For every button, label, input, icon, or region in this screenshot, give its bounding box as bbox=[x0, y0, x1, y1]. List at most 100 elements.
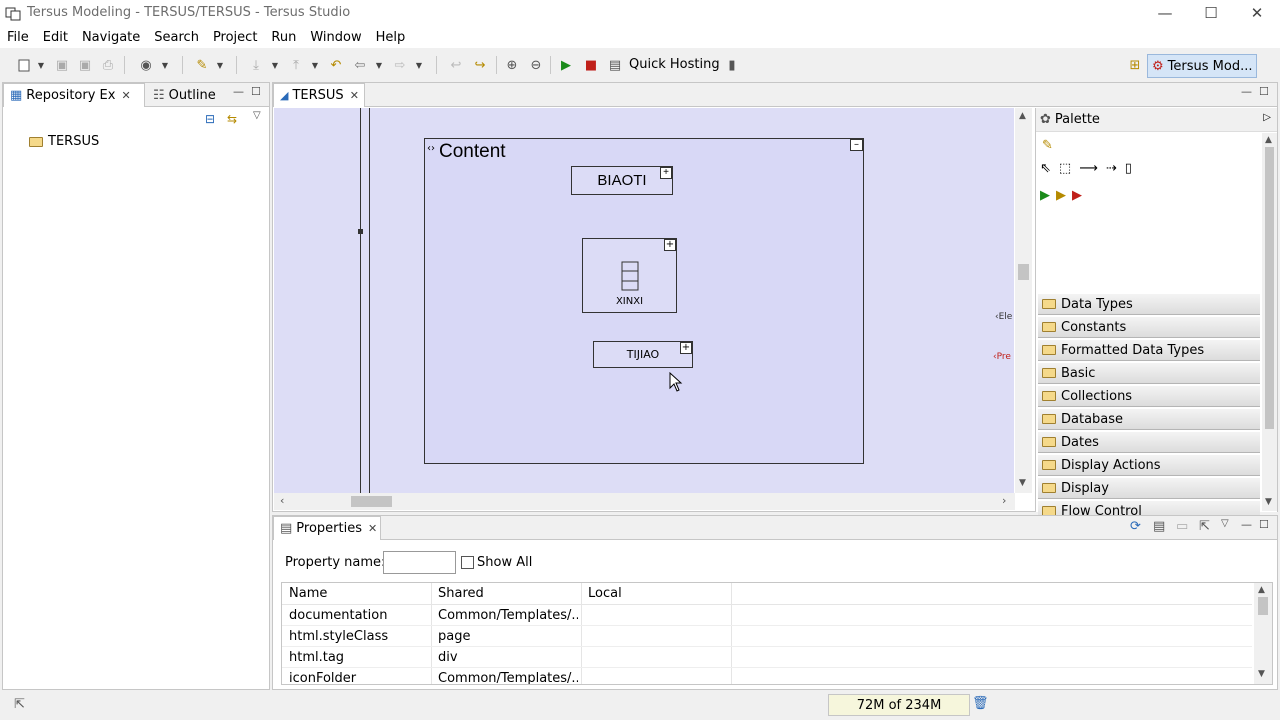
collapse-button[interactable]: – bbox=[850, 139, 863, 151]
garbage-collect-icon[interactable]: 🗑 bbox=[972, 696, 989, 711]
property-name-input[interactable] bbox=[383, 551, 456, 574]
scroll-up-icon[interactable]: ▲ bbox=[1265, 135, 1272, 145]
content-element[interactable]: ‹› Content – BIAOTI + + XINXI TIJIAO + bbox=[424, 138, 864, 464]
expand-button[interactable]: + bbox=[680, 342, 692, 354]
connection-port[interactable] bbox=[358, 229, 363, 234]
step-over-icon[interactable]: ⤒ bbox=[286, 55, 306, 75]
step-flow-icon[interactable]: ▶ bbox=[1056, 188, 1066, 203]
menu-project[interactable]: Project bbox=[206, 30, 264, 45]
biaoti-element[interactable]: BIAOTI + bbox=[571, 166, 673, 195]
palette-drawer-constants[interactable]: Constants bbox=[1038, 317, 1260, 338]
menu-run[interactable]: Run bbox=[264, 30, 303, 45]
scroll-down-icon[interactable]: ▼ bbox=[1265, 497, 1272, 507]
new-dropdown-icon[interactable]: ▼ bbox=[36, 55, 46, 75]
canvas-horizontal-scrollbar[interactable]: ‹ › bbox=[274, 493, 1015, 510]
properties-scrollbar[interactable]: ▲ ▼ bbox=[1254, 583, 1272, 684]
collapse-all-icon[interactable]: ⊟ bbox=[205, 112, 215, 126]
table-row[interactable]: html.tag div bbox=[282, 647, 1252, 668]
scroll-down-icon[interactable]: ▼ bbox=[1258, 669, 1265, 679]
forward-icon[interactable]: ⇨ bbox=[390, 55, 410, 75]
maximize-button[interactable]: ☐ bbox=[1188, 0, 1234, 26]
tab-properties[interactable]: ▤ Properties ✕ bbox=[273, 516, 381, 540]
back-dropdown-icon[interactable]: ▼ bbox=[374, 55, 384, 75]
menu-edit[interactable]: Edit bbox=[36, 30, 75, 45]
table-row[interactable]: iconFolder Common/Templates/... bbox=[282, 668, 1252, 684]
scroll-down-icon[interactable]: ▼ bbox=[1019, 478, 1026, 488]
marquee-tool-icon[interactable]: ⬚ bbox=[1059, 161, 1071, 176]
palette-drawer-formatted-data-types[interactable]: Formatted Data Types bbox=[1038, 340, 1260, 361]
run-icon[interactable]: ▶ bbox=[556, 55, 576, 75]
link-editor-icon[interactable]: ⇆ bbox=[227, 112, 237, 126]
print-icon[interactable]: ⎙ bbox=[98, 55, 118, 75]
diagram-canvas[interactable]: ‹› Content – BIAOTI + + XINXI TIJIAO + ‹… bbox=[274, 108, 1014, 493]
step-dropdown-icon[interactable]: ▼ bbox=[270, 55, 280, 75]
open-perspective-icon[interactable]: ⊞ bbox=[1125, 55, 1145, 75]
maximize-view-icon[interactable]: ☐ bbox=[251, 85, 261, 98]
hosting-icon[interactable]: ▤ bbox=[605, 55, 625, 75]
build-icon[interactable]: ✎ bbox=[192, 55, 212, 75]
column-header-shared[interactable]: Shared bbox=[438, 586, 484, 601]
new-icon[interactable] bbox=[14, 55, 34, 75]
scroll-thumb[interactable] bbox=[1018, 264, 1029, 280]
zoom-out-icon[interactable]: ⊖ bbox=[526, 55, 546, 75]
step-icon[interactable]: ⤓ bbox=[246, 55, 266, 75]
palette-drawer-display-actions[interactable]: Display Actions bbox=[1038, 455, 1260, 476]
start-flow-icon[interactable]: ▶ bbox=[1040, 188, 1050, 203]
tab-tersus-editor[interactable]: ◢ TERSUS ✕ bbox=[273, 83, 365, 107]
menu-navigate[interactable]: Navigate bbox=[75, 30, 147, 45]
canvas-vertical-scrollbar[interactable]: ▲ ▼ bbox=[1015, 108, 1032, 493]
menu-window[interactable]: Window bbox=[303, 30, 368, 45]
refresh-icon[interactable]: ⟳ bbox=[1130, 519, 1141, 534]
back-icon[interactable]: ⇦ bbox=[350, 55, 370, 75]
close-icon[interactable]: ✕ bbox=[121, 89, 130, 102]
end-flow-icon[interactable]: ▶ bbox=[1072, 188, 1082, 203]
menu-search[interactable]: Search bbox=[147, 30, 206, 45]
mobile-icon[interactable]: ▮ bbox=[722, 55, 742, 75]
show-all-checkbox[interactable] bbox=[461, 556, 474, 569]
pin-icon[interactable]: ⇱ bbox=[1199, 519, 1210, 534]
categories-icon[interactable]: ▤ bbox=[1153, 519, 1165, 534]
quick-hosting-button[interactable]: Quick Hosting bbox=[629, 57, 720, 72]
palette-drawer-display[interactable]: Display bbox=[1038, 478, 1260, 499]
palette-drawer-database[interactable]: Database bbox=[1038, 409, 1260, 430]
palette-drawer-dates[interactable]: Dates bbox=[1038, 432, 1260, 453]
minimize-button[interactable]: — bbox=[1142, 0, 1188, 26]
redo-icon[interactable]: ↪ bbox=[470, 55, 490, 75]
palette-scrollbar[interactable]: ▲ ▼ bbox=[1262, 133, 1277, 511]
view-menu-icon[interactable]: ▽ bbox=[1221, 518, 1229, 529]
close-icon[interactable]: ✕ bbox=[350, 89, 359, 102]
minimize-view-icon[interactable]: — bbox=[1241, 518, 1252, 531]
column-header-name[interactable]: Name bbox=[289, 586, 327, 601]
build-dropdown-icon[interactable]: ▼ bbox=[215, 55, 225, 75]
palette-drawer-basic[interactable]: Basic bbox=[1038, 363, 1260, 384]
maximize-view-icon[interactable]: ☐ bbox=[1259, 518, 1269, 531]
expand-button[interactable]: + bbox=[664, 239, 676, 251]
select-tool-icon[interactable]: ⇖ bbox=[1040, 161, 1051, 176]
scroll-thumb[interactable] bbox=[1258, 597, 1268, 615]
connection-tool-icon[interactable]: ⟶ bbox=[1079, 161, 1098, 176]
menu-help[interactable]: Help bbox=[369, 30, 413, 45]
close-window-button[interactable]: ✕ bbox=[1234, 0, 1280, 26]
scroll-left-icon[interactable]: ‹ bbox=[280, 494, 284, 507]
palette-drawer-data-types[interactable]: Data Types bbox=[1038, 294, 1260, 315]
tab-repository-explorer[interactable]: ▦ Repository Ex ✕ bbox=[3, 83, 145, 107]
tree-item-tersus[interactable]: TERSUS bbox=[29, 134, 99, 149]
stop-icon[interactable]: ■ bbox=[581, 55, 601, 75]
view-menu-icon[interactable]: ▽ bbox=[253, 110, 261, 121]
palette-drawer-collections[interactable]: Collections bbox=[1038, 386, 1260, 407]
step-over-dropdown-icon[interactable]: ▼ bbox=[310, 55, 320, 75]
validate-dropdown-icon[interactable]: ▼ bbox=[160, 55, 170, 75]
scroll-up-icon[interactable]: ▲ bbox=[1258, 585, 1265, 595]
note-tool-icon[interactable]: ▯ bbox=[1125, 161, 1132, 176]
tijiao-element[interactable]: TIJIAO + bbox=[593, 341, 693, 368]
maximize-view-icon[interactable]: ☐ bbox=[1259, 85, 1269, 98]
forward-dropdown-icon[interactable]: ▼ bbox=[414, 55, 424, 75]
scroll-thumb[interactable] bbox=[351, 496, 392, 507]
tab-outline[interactable]: ☷ Outline bbox=[147, 83, 222, 107]
column-header-local[interactable]: Local bbox=[588, 586, 622, 601]
menu-file[interactable]: File bbox=[0, 30, 36, 45]
tool-icon[interactable]: ✎ bbox=[1042, 138, 1053, 153]
xinxi-element[interactable]: + XINXI bbox=[582, 238, 677, 313]
save-icon[interactable]: ▣ bbox=[52, 55, 72, 75]
minimize-view-icon[interactable]: — bbox=[1241, 85, 1252, 98]
